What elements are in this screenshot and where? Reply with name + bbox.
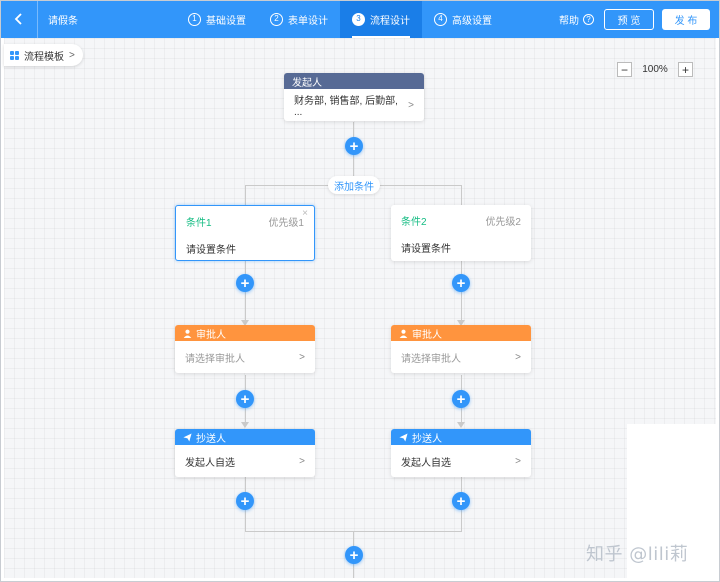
help-link[interactable]: 帮助 ? (559, 12, 594, 27)
connector-line (461, 185, 462, 206)
node-title: 发起人 (292, 77, 322, 89)
chevron-right-icon: > (299, 455, 305, 467)
arrow-down-icon (457, 422, 465, 428)
grid-icon (10, 50, 19, 60)
condition-text: 请设置条件 (401, 244, 451, 255)
cc-node-1[interactable]: 抄送人 发起人自选 > (175, 429, 315, 477)
preview-button[interactable]: 预 览 (604, 9, 654, 30)
node-body: 请选择审批人 > (391, 341, 531, 373)
step-tabs: 1 基础设置 2 表单设计 3 流程设计 4 高级设置 (176, 0, 504, 38)
approver-placeholder: 请选择审批人 (401, 353, 461, 365)
add-node-button[interactable]: + (236, 390, 254, 408)
chevron-right-icon: > (515, 351, 521, 363)
node-title: 抄送人 (196, 433, 226, 445)
condition-node-2[interactable]: 条件2 优先级2 请设置条件 (391, 205, 531, 261)
node-body: 财务部, 销售部, 后勤部, ... > (284, 89, 424, 121)
condition-header: 条件2 优先级2 (401, 213, 521, 228)
initiator-node[interactable]: 发起人 财务部, 销售部, 后勤部, ... > (284, 73, 424, 121)
approver-node-2[interactable]: 审批人 请选择审批人 > (391, 325, 531, 373)
chevron-right-icon: > (408, 99, 414, 111)
zoom-out-button[interactable]: − (617, 62, 632, 77)
cc-value: 发起人自选 (185, 457, 235, 469)
publish-button[interactable]: 发 布 (662, 9, 710, 30)
step-number: 2 (270, 12, 283, 26)
condition-priority: 优先级2 (485, 217, 521, 228)
connector-line (245, 185, 246, 206)
tab-process-design[interactable]: 3 流程设计 (340, 0, 422, 38)
node-title: 抄送人 (412, 433, 442, 445)
send-icon (399, 433, 408, 441)
tab-label: 流程设计 (370, 15, 410, 27)
add-node-button[interactable]: + (452, 492, 470, 510)
condition-node-1[interactable]: 条件1 优先级1 请设置条件 × (175, 205, 315, 261)
node-header: 审批人 (391, 325, 531, 341)
condition-text: 请设置条件 (186, 245, 236, 256)
cc-node-2[interactable]: 抄送人 发起人自选 > (391, 429, 531, 477)
chevron-right-icon: > (69, 49, 75, 61)
node-header: 抄送人 (391, 429, 531, 445)
step-number: 3 (352, 12, 365, 26)
zoom-control: − 100% + (617, 62, 693, 77)
zoom-in-button[interactable]: + (678, 62, 693, 77)
question-icon: ? (583, 14, 594, 25)
node-title: 审批人 (412, 329, 442, 341)
node-body: 发起人自选 > (391, 445, 531, 477)
tab-label: 表单设计 (288, 15, 328, 27)
node-body: 请选择审批人 > (175, 341, 315, 373)
node-title: 审批人 (196, 329, 226, 341)
add-node-button[interactable]: + (236, 492, 254, 510)
add-node-button[interactable]: + (236, 274, 254, 292)
node-header: 抄送人 (175, 429, 315, 445)
process-template-button[interactable]: 流程模板 > (4, 44, 83, 66)
help-label: 帮助 (559, 16, 579, 27)
approver-node-1[interactable]: 审批人 请选择审批人 > (175, 325, 315, 373)
chevron-right-icon: > (299, 351, 305, 363)
step-number: 1 (188, 12, 201, 26)
chevron-left-icon (14, 13, 22, 25)
back-button[interactable] (0, 0, 38, 38)
add-node-button[interactable]: + (452, 390, 470, 408)
close-icon[interactable]: × (302, 208, 308, 219)
condition-priority: 优先级1 (268, 218, 304, 229)
tab-label: 高级设置 (452, 15, 492, 27)
add-node-button[interactable]: + (345, 546, 363, 564)
node-header: 发起人 (284, 73, 424, 89)
step-number: 4 (434, 12, 447, 26)
tab-basic-settings[interactable]: 1 基础设置 (176, 0, 258, 38)
approver-placeholder: 请选择审批人 (185, 353, 245, 365)
send-icon (183, 433, 192, 441)
initiator-departments: 财务部, 销售部, 后勤部, ... (294, 96, 398, 118)
condition-header: 条件1 优先级1 (186, 214, 304, 229)
zoom-level: 100% (642, 64, 668, 75)
add-node-button[interactable]: + (345, 137, 363, 155)
node-header: 审批人 (175, 325, 315, 341)
condition-name: 条件2 (401, 217, 427, 228)
tab-label: 基础设置 (206, 15, 246, 27)
watermark: 知乎 @lili莉 (586, 544, 689, 565)
template-label: 流程模板 (24, 51, 64, 63)
page-title: 请假条 (48, 16, 78, 27)
user-icon (183, 329, 192, 338)
tab-form-design[interactable]: 2 表单设计 (258, 0, 340, 38)
cc-value: 发起人自选 (401, 457, 451, 469)
chevron-right-icon: > (515, 455, 521, 467)
node-body: 发起人自选 > (175, 445, 315, 477)
user-icon (399, 329, 408, 338)
add-condition-button[interactable]: 添加条件 (328, 176, 380, 194)
condition-name: 条件1 (186, 218, 212, 229)
top-bar: 请假条 1 基础设置 2 表单设计 3 流程设计 4 高级设置 帮助 ? 预 览… (0, 0, 720, 38)
add-node-button[interactable]: + (452, 274, 470, 292)
tab-advanced-settings[interactable]: 4 高级设置 (422, 0, 504, 38)
arrow-down-icon (241, 422, 249, 428)
